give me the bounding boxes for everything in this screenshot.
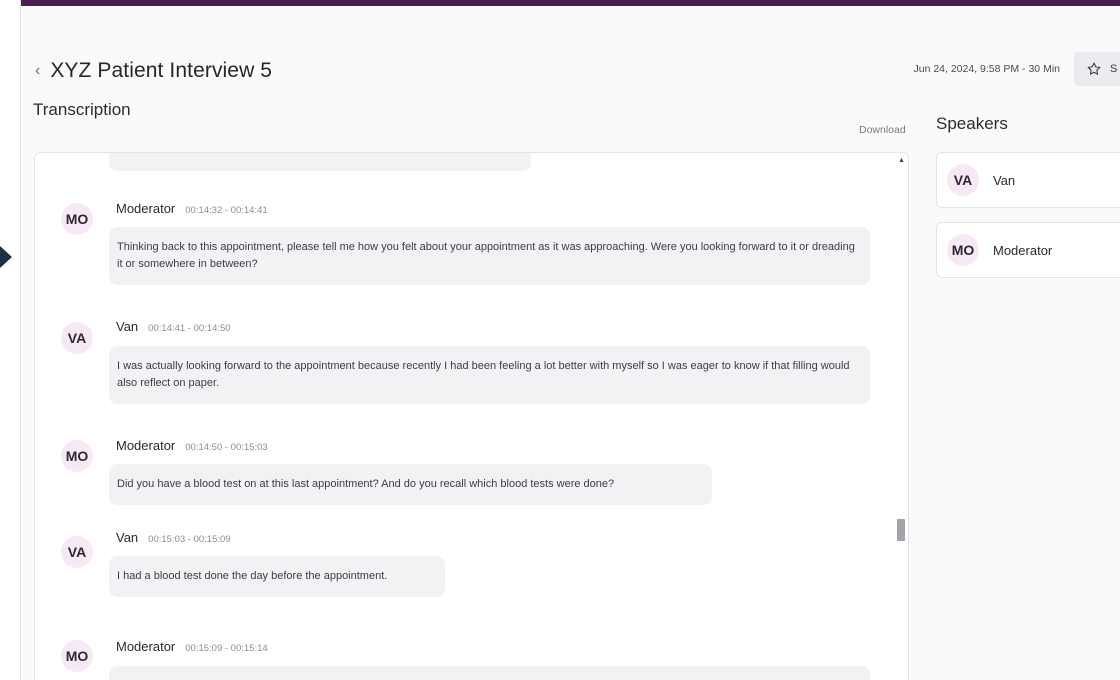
speaker-card[interactable]: VA Van: [936, 152, 1120, 208]
message-bubble: I was actually looking forward to the ap…: [109, 346, 870, 404]
speaker-label: Moderator: [116, 639, 176, 654]
speaker-name: Van 00:15:03 - 00:15:09: [116, 530, 231, 545]
transcription-title: Transcription: [33, 100, 131, 119]
side-arrow-icon: [0, 246, 12, 268]
transcript-panel[interactable]: MO Moderator 00:14:32 - 00:14:41 Thinking…: [34, 152, 909, 680]
top-accent-bar: [21, 0, 1120, 6]
chevron-left-icon[interactable]: ‹: [35, 63, 40, 79]
message-bubble: Thinking back to this appointment, pleas…: [109, 227, 870, 285]
avatar: MO: [61, 640, 93, 672]
speaker-card-name: Van: [993, 172, 1016, 188]
speaker-name: Moderator 00:14:32 - 00:14:41: [116, 201, 268, 216]
avatar: VA: [61, 536, 93, 568]
speaker-label: Van: [116, 530, 139, 545]
message-bubble: [109, 666, 870, 680]
avatar: MO: [61, 440, 93, 472]
message-bubble: I had a blood test done the day before t…: [109, 556, 445, 597]
page-title: XYZ Patient Interview 5: [50, 59, 273, 82]
star-button-label: S: [1110, 63, 1118, 75]
interview-meta: Jun 24, 2024, 9:58 PM - 30 Min: [913, 63, 1060, 75]
time-range: 00:15:09 - 00:15:14: [185, 643, 268, 654]
previous-message-bubble: [109, 153, 531, 171]
scrollbar-thumb[interactable]: [897, 519, 905, 541]
speaker-label: Van: [116, 319, 139, 334]
speakers-title: Speakers: [936, 114, 1008, 133]
star-icon: [1087, 62, 1101, 75]
speaker-card[interactable]: MO Moderator: [936, 222, 1120, 278]
star-button[interactable]: S: [1074, 52, 1120, 86]
avatar: VA: [947, 164, 979, 196]
speaker-name: Moderator 00:15:09 - 00:15:14: [116, 639, 268, 654]
screen: ‹ XYZ Patient Interview 5 Jun 24, 2024, …: [0, 0, 1120, 680]
time-range: 00:14:32 - 00:14:41: [185, 205, 268, 216]
speaker-label: Moderator: [116, 438, 176, 453]
message-bubble: Did you have a blood test on at this las…: [109, 464, 712, 505]
scrollbar[interactable]: [895, 152, 909, 680]
speaker-name: Moderator 00:14:50 - 00:15:03: [116, 438, 268, 453]
speaker-label: Moderator: [116, 201, 176, 216]
meta-row: Jun 24, 2024, 9:58 PM - 30 Min S: [913, 52, 1120, 86]
title-row: ‹ XYZ Patient Interview 5: [35, 56, 272, 86]
time-range: 00:15:03 - 00:15:09: [148, 534, 231, 545]
app-window: ‹ XYZ Patient Interview 5 Jun 24, 2024, …: [20, 0, 1120, 680]
time-range: 00:14:41 - 00:14:50: [148, 323, 231, 334]
avatar: VA: [61, 322, 93, 354]
speaker-card-name: Moderator: [993, 242, 1053, 258]
scroll-up-arrow-icon[interactable]: ▲: [898, 157, 905, 164]
avatar: MO: [947, 234, 979, 266]
speaker-name: Van 00:14:41 - 00:14:50: [116, 319, 231, 334]
download-link[interactable]: Download: [859, 124, 906, 136]
avatar: MO: [61, 203, 93, 235]
time-range: 00:14:50 - 00:15:03: [185, 442, 268, 453]
